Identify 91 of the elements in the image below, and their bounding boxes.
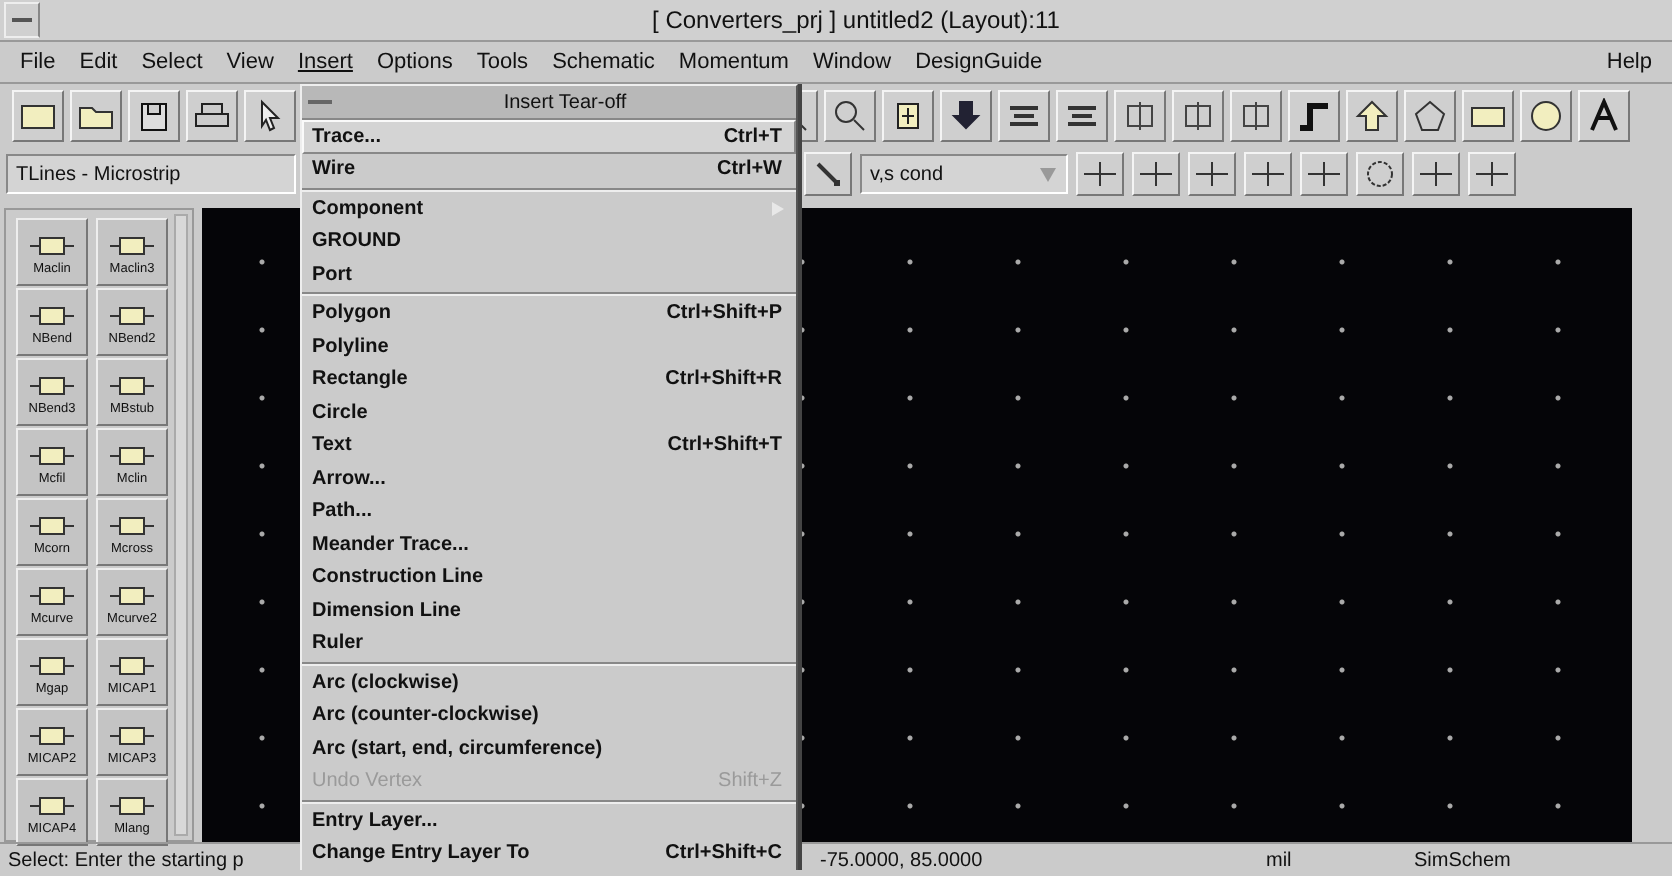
menu-item[interactable]: Rectangle Ctrl+Shift+R: [302, 363, 796, 396]
toolbar-button[interactable]: [1230, 90, 1282, 142]
menu-item[interactable]: Arc (clockwise): [302, 666, 796, 699]
units-label: mil: [1264, 849, 1294, 871]
toolbar-button[interactable]: [1056, 90, 1108, 142]
menu-item[interactable]: Select: [141, 50, 203, 74]
toolbar-button[interactable]: [128, 90, 180, 142]
menu-item[interactable]: Arc (start, end, circumference): [302, 732, 796, 765]
toolbar-button[interactable]: [12, 90, 64, 142]
menu-item[interactable]: Help: [1606, 50, 1652, 74]
menu-item[interactable]: View: [226, 50, 274, 74]
down-arrow-icon: [946, 98, 986, 134]
text-tool-icon: [1584, 98, 1624, 134]
snap-tool-icon: [1362, 158, 1398, 190]
toolbar-button[interactable]: [1114, 90, 1166, 142]
snap-tool-icon: [1138, 158, 1174, 190]
menu-item[interactable]: Window: [812, 50, 892, 74]
menu-item[interactable]: File: [20, 50, 56, 74]
snap-tool-icon: [1250, 158, 1286, 190]
menu-item[interactable]: Polyline: [302, 330, 796, 363]
menu-item[interactable]: Entry Layer...: [302, 804, 796, 837]
magnifier-icon: [830, 98, 870, 134]
menu-item[interactable]: Schematic: [552, 50, 655, 74]
palette-dropdown[interactable]: TLines - Microstrip: [6, 154, 296, 194]
menu-item[interactable]: Options: [376, 50, 453, 74]
toolbar-button[interactable]: [1412, 152, 1460, 196]
menu-item[interactable]: Component: [302, 192, 796, 225]
menu-item[interactable]: Dimension Line: [302, 594, 796, 627]
menu-item[interactable]: Wire Ctrl+W: [302, 153, 796, 186]
scrollbar[interactable]: [174, 214, 188, 836]
dropdown-arrow-icon: [1038, 164, 1058, 184]
toolbar-button[interactable]: [70, 90, 122, 142]
toolbar-button[interactable]: [1300, 152, 1348, 196]
menu-item[interactable]: Arc (counter-clockwise): [302, 699, 796, 732]
menu-item[interactable]: Path...: [302, 495, 796, 528]
menu-item[interactable]: Polygon Ctrl+Shift+P: [302, 297, 796, 330]
step-line-icon: [1294, 98, 1334, 134]
menu-item[interactable]: Port: [302, 258, 796, 291]
tear-off-bar[interactable]: Insert Tear-off: [302, 86, 796, 120]
menu-item[interactable]: Ruler: [302, 627, 796, 660]
menu-item[interactable]: Text Ctrl+Shift+T: [302, 429, 796, 462]
toolbar-button[interactable]: [1288, 90, 1340, 142]
menu-item[interactable]: GROUND: [302, 225, 796, 258]
toolbar-button[interactable]: [1132, 152, 1180, 196]
menu-item[interactable]: Circle: [302, 396, 796, 429]
toolbar-button[interactable]: [882, 90, 934, 142]
dash-icon: [308, 98, 332, 106]
layer-dropdown[interactable]: v,s cond: [860, 154, 1068, 194]
menu-item[interactable]: Insert: [297, 50, 353, 74]
pencil-icon: [812, 158, 844, 190]
snap-tool-icon: [1306, 158, 1342, 190]
status-prompt: Select: Enter the starting p: [6, 849, 246, 871]
toolbar-button[interactable]: [1172, 90, 1224, 142]
menu-item[interactable]: Trace... Ctrl+T: [302, 120, 796, 153]
submenu-arrow-icon: [770, 199, 786, 218]
menu-item[interactable]: Construction Line: [302, 561, 796, 594]
toolbar-button[interactable]: [1076, 152, 1124, 196]
toolbar-button[interactable]: [1188, 152, 1236, 196]
menu-item[interactable]: Edit: [79, 50, 118, 74]
menu-item[interactable]: Momentum: [678, 50, 789, 74]
menu-item[interactable]: Meander Trace...: [302, 528, 796, 561]
toolbar-button[interactable]: [804, 152, 852, 196]
menu-item[interactable]: DesignGuide: [915, 50, 1043, 74]
toolbar-button[interactable]: [1404, 90, 1456, 142]
toolbar-button[interactable]: [1468, 152, 1516, 196]
up-arrow-icon: [1352, 98, 1392, 134]
snap-tool-icon: [1418, 158, 1454, 190]
menu-item[interactable]: Tools: [476, 50, 529, 74]
menu-item[interactable]: Arrow...: [302, 462, 796, 495]
menu-item[interactable]: Change Entry Layer To Ctrl+Shift+C: [302, 837, 796, 870]
toolbar-button[interactable]: [998, 90, 1050, 142]
pentagon-icon: [1410, 98, 1450, 134]
toolbar-button[interactable]: [186, 90, 238, 142]
toolbar-button[interactable]: [1462, 90, 1514, 142]
window-menu-button[interactable]: [4, 2, 40, 38]
toolbar-button[interactable]: [1520, 90, 1572, 142]
toolbar-button[interactable]: [1356, 152, 1404, 196]
circle-icon: [1526, 98, 1566, 134]
toolbar-button[interactable]: [824, 90, 876, 142]
cursor-coordinates: -75.0000, 85.0000: [818, 849, 985, 871]
toolbar-button[interactable]: [244, 90, 296, 142]
dash-icon: [12, 16, 32, 24]
window-title: [ Converters_prj ] untitled2 (Layout):11: [650, 6, 1062, 34]
snap-tool-icon: [1082, 158, 1118, 190]
snap-tool-icon: [1194, 158, 1230, 190]
toolbar-button[interactable]: [1578, 90, 1630, 142]
mode-label: SimSchem: [1412, 849, 1513, 871]
toolbar-button[interactable]: [940, 90, 992, 142]
toolbar-button[interactable]: [1244, 152, 1292, 196]
toolbar-button[interactable]: [1346, 90, 1398, 142]
snap-tool-icon: [1474, 158, 1510, 190]
